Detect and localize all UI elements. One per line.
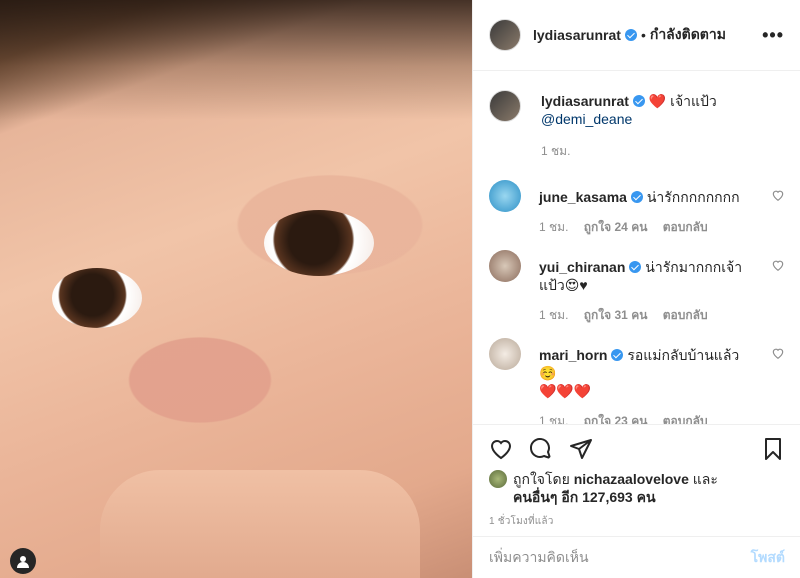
likes-summary: ถูกใจโดย nichazaalovelove และ คนอื่นๆ อี… [489,470,789,506]
add-comment-bar: เพิ่มความคิดเห็น โพสต์ [473,536,800,578]
comment-likes[interactable]: ถูกใจ 24 คน [584,220,648,234]
photo-hair [0,0,472,120]
verified-badge-icon [629,261,642,273]
comment-hearts: ❤️❤️❤️ [539,383,592,399]
save-bookmark-icon[interactable] [761,437,785,461]
like-comment-heart-icon[interactable] [771,346,785,360]
verified-badge-icon [630,191,643,203]
photo-hand [100,470,420,578]
post-timestamp[interactable]: 1 ชั่วโมงที่แล้ว [489,514,554,529]
likes-others-count[interactable]: คนอื่นๆ อีก 127,693 คน [513,489,656,505]
caption-avatar[interactable] [489,90,521,122]
likes-and: และ [688,471,718,487]
heart-emoji: ❤️ [648,93,667,109]
liker-username[interactable]: nichazaalovelove [574,471,689,487]
share-send-icon[interactable] [569,437,593,461]
comment-bubble-icon[interactable] [529,437,553,461]
comment-body: june_kasama น่ารักกกกกกกก 1 ชม. ถูกใจ 24… [539,188,759,250]
commenter-avatar[interactable] [489,338,521,370]
like-comment-heart-icon[interactable] [771,258,785,272]
like-heart-icon[interactable] [489,437,513,461]
comment-text: น่ารักกกกกกกก [646,189,740,205]
photo-right-eye [264,210,374,276]
caption-username[interactable]: lydiasarunrat [541,93,629,109]
caption: lydiasarunrat ❤️ เจ้าแป้ว @demi_deane 1 … [489,88,785,180]
author-avatar[interactable] [489,19,521,51]
comment-item: yui_chiranan น่ารักมากกกเจ้าแป้ว😍♥ 1 ชม.… [489,250,785,338]
separator-dot: • [640,27,646,43]
liker-avatar[interactable] [489,470,507,488]
comments-list: lydiasarunrat ❤️ เจ้าแป้ว @demi_deane 1 … [473,72,800,424]
comment-username[interactable]: june_kasama [539,189,627,205]
likes-prefix: ถูกใจโดย [513,471,574,487]
comment-time[interactable]: 1 ชม. [539,414,568,424]
author-username[interactable]: lydiasarunrat [533,27,621,43]
following-status[interactable]: กำลังติดตาม [650,24,726,46]
photo-left-eye [52,268,142,328]
reply-button[interactable]: ตอบกลับ [663,414,708,424]
like-comment-heart-icon[interactable] [771,188,785,202]
post-side-panel: lydiasarunrat • กำลังติดตาม ••• lydiasar… [472,0,800,578]
comment-time[interactable]: 1 ชม. [539,220,568,234]
verified-badge-icon [624,29,637,41]
caption-text: เจ้าแป้ว [666,93,717,109]
verified-badge-icon [611,349,624,361]
comment-body: mari_horn รอแม่กลับบ้านแล้ว ☺️ ❤️❤️❤️ 1 … [539,346,759,424]
comment-body: yui_chiranan น่ารักมากกกเจ้าแป้ว😍♥ 1 ชม.… [539,258,759,338]
post-photo[interactable] [0,0,472,578]
post-header: lydiasarunrat • กำลังติดตาม ••• [473,0,800,71]
post-comment-button[interactable]: โพสต์ [751,547,785,569]
comment-input[interactable]: เพิ่มความคิดเห็น [489,547,589,569]
reply-button[interactable]: ตอบกลับ [663,308,708,322]
comment-item: june_kasama น่ารักกกกกกกก 1 ชม. ถูกใจ 24… [489,180,785,250]
comment-likes[interactable]: ถูกใจ 31 คน [584,308,648,322]
more-options-icon[interactable]: ••• [762,25,784,46]
comment-likes[interactable]: ถูกใจ 23 คน [584,414,648,424]
tagged-users-icon[interactable] [10,548,36,574]
reply-button[interactable]: ตอบกลับ [663,220,708,234]
caption-mention[interactable]: @demi_deane [541,110,761,128]
post-actions [473,424,800,472]
commenter-avatar[interactable] [489,180,521,212]
caption-body: lydiasarunrat ❤️ เจ้าแป้ว @demi_deane 1 … [541,88,761,180]
comment-username[interactable]: mari_horn [539,347,607,363]
verified-badge-icon [632,95,645,107]
comment-time[interactable]: 1 ชม. [539,308,568,322]
commenter-avatar[interactable] [489,250,521,282]
caption-time[interactable]: 1 ชม. [541,144,570,158]
comment-username[interactable]: yui_chiranan [539,259,625,275]
comment-item: mari_horn รอแม่กลับบ้านแล้ว ☺️ ❤️❤️❤️ 1 … [489,338,785,424]
